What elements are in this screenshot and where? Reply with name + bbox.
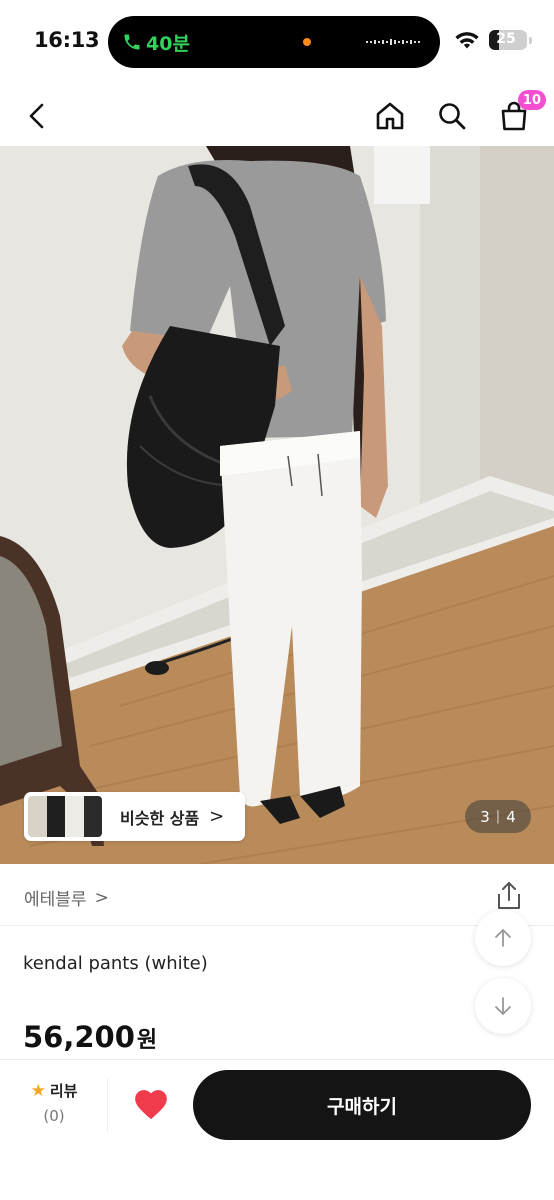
share-icon[interactable] — [494, 880, 524, 912]
similar-products-button[interactable]: 비슷한 상품 > — [24, 792, 245, 841]
heart-icon[interactable] — [132, 1086, 170, 1124]
price-unit: 원 — [136, 1028, 158, 1053]
current-page: 3 — [480, 807, 490, 826]
scroll-to-bottom-button[interactable] — [475, 978, 531, 1034]
divider — [107, 1078, 108, 1132]
cart-button[interactable]: 10 — [494, 90, 546, 136]
status-bar: 16:13 40분 25 — [0, 0, 554, 84]
search-button[interactable] — [432, 96, 472, 136]
home-button[interactable] — [370, 96, 410, 136]
arrow-up-icon — [495, 929, 511, 947]
product-photo — [0, 146, 554, 864]
brand-row: 에테블루 > — [0, 864, 554, 926]
home-icon — [376, 102, 404, 130]
buy-button[interactable]: 구매하기 — [193, 1070, 531, 1140]
chevron-right-icon: > — [94, 887, 109, 908]
back-button[interactable] — [18, 96, 58, 136]
back-icon — [29, 103, 44, 129]
call-indicator[interactable]: 40분 — [122, 28, 190, 56]
status-indicators: 25 — [455, 30, 532, 50]
top-nav-bar: 10 — [0, 84, 554, 146]
call-duration: 40분 — [146, 32, 190, 55]
review-label: 리뷰 — [49, 1082, 78, 1100]
brand-link[interactable]: 에테블루 > — [24, 885, 109, 911]
privacy-dot — [303, 38, 311, 46]
phone-icon — [124, 34, 140, 50]
product-price: 56,200 원 — [23, 1020, 157, 1054]
search-icon — [439, 103, 466, 130]
product-name: kendal pants (white) — [23, 953, 208, 974]
battery-indicator: 25 — [489, 30, 527, 50]
wifi-icon — [455, 32, 479, 49]
chevron-right-icon: > — [209, 806, 225, 827]
total-pages: 4 — [506, 807, 516, 826]
image-page-indicator: 3 | 4 — [465, 800, 531, 833]
status-time: 16:13 — [34, 28, 100, 52]
bottom-action-bar: ★ 리뷰 (0) 구매하기 — [0, 1060, 554, 1200]
scroll-to-top-button[interactable] — [475, 910, 531, 966]
brand-name: 에테블루 — [24, 890, 87, 910]
audio-wave-icon — [366, 39, 420, 45]
battery-level: 25 — [496, 31, 516, 47]
arrow-down-icon — [495, 997, 511, 1015]
review-count: (0) — [43, 1107, 65, 1125]
review-button[interactable]: ★ 리뷰 (0) — [20, 1080, 88, 1126]
dynamic-island[interactable]: 40분 — [108, 16, 440, 68]
cart-count-badge: 10 — [517, 90, 546, 110]
review-header: ★ 리뷰 — [20, 1080, 88, 1101]
price-value: 56,200 — [23, 1020, 135, 1054]
page-separator: | — [495, 809, 501, 824]
battery-cap — [529, 36, 532, 44]
product-image-carousel[interactable]: 비슷한 상품 > 3 | 4 — [0, 146, 554, 864]
similar-products-label: 비슷한 상품 — [120, 808, 200, 828]
similar-products-thumbnail — [28, 796, 102, 837]
star-icon: ★ — [30, 1080, 46, 1101]
